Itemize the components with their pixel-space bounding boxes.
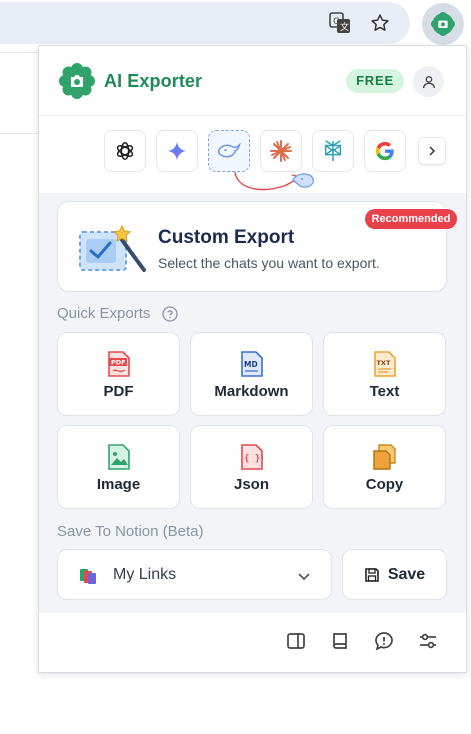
platform-google[interactable] — [364, 130, 406, 172]
svg-text:{ }: { } — [244, 454, 260, 464]
svg-text:PDF: PDF — [111, 358, 126, 366]
platforms-next-button[interactable] — [418, 137, 446, 165]
platform-perplexity[interactable] — [312, 130, 354, 172]
page-divider — [0, 52, 40, 53]
magic-wand-select-icon — [79, 224, 146, 272]
chevron-right-icon — [429, 146, 436, 156]
txt-file-icon: TXT — [373, 350, 396, 377]
save-disk-icon — [365, 567, 379, 582]
popup-footer — [39, 613, 466, 672]
export-json-label: Json — [233, 475, 269, 493]
copy-icon — [372, 443, 396, 470]
openai-icon — [116, 142, 134, 160]
ai-exporter-extension-icon — [431, 12, 455, 36]
export-markdown-label: Markdown — [214, 382, 289, 400]
quick-exports-label: Quick Exports — [57, 305, 151, 322]
recommended-badge: Recommended — [365, 209, 457, 229]
export-image-button[interactable]: Image — [57, 425, 180, 509]
export-text-label: Text — [369, 382, 400, 400]
sidebar-panel-icon[interactable] — [284, 629, 308, 653]
plan-badge: FREE — [346, 69, 404, 93]
notion-section-label: Save To Notion (Beta) — [57, 523, 204, 540]
custom-export-subtitle: Select the chats you want to export. — [158, 255, 380, 271]
app-title: AI Exporter — [104, 71, 203, 91]
browser-toolbar: G 文 — [0, 0, 471, 46]
export-image-label: Image — [96, 475, 141, 493]
platform-selector — [39, 116, 466, 196]
export-copy-label: Copy — [365, 475, 404, 493]
notion-page-select[interactable]: My Links — [57, 549, 332, 600]
page-divider — [0, 133, 40, 134]
custom-export-card[interactable]: Recommended Custom Export Select the cha… — [57, 201, 457, 292]
svg-text:文: 文 — [340, 21, 349, 33]
bookmark-star-icon[interactable] — [365, 8, 395, 38]
platform-claude[interactable] — [260, 130, 302, 172]
gemini-sparkle-icon — [167, 141, 187, 161]
account-button[interactable] — [413, 66, 444, 97]
settings-sliders-icon[interactable] — [416, 629, 440, 653]
claude-asterisk-icon — [270, 140, 292, 162]
save-button-label: Save — [387, 565, 426, 583]
svg-text:MD: MD — [244, 360, 258, 369]
platform-gemini[interactable] — [156, 130, 198, 172]
svg-text:TXT: TXT — [376, 359, 390, 367]
export-pdf-label: PDF — [103, 382, 134, 400]
export-pdf-button[interactable]: PDF PDF — [57, 332, 180, 416]
popup-body: Recommended Custom Export Select the cha… — [39, 193, 466, 613]
platform-deepseek[interactable] — [208, 130, 250, 172]
export-json-button[interactable]: { } Json — [190, 425, 313, 509]
translate-icon[interactable]: G 文 — [325, 8, 355, 38]
deepseek-whale-icon — [217, 142, 241, 158]
export-text-button[interactable]: TXT Text — [323, 332, 446, 416]
export-markdown-button[interactable]: MD Markdown — [190, 332, 313, 416]
user-icon — [422, 75, 435, 88]
feedback-icon[interactable] — [372, 629, 396, 653]
ai-exporter-logo-icon — [59, 63, 95, 99]
pdf-file-icon: PDF — [107, 350, 130, 377]
platform-chatgpt[interactable] — [104, 130, 146, 172]
google-g-icon — [375, 141, 394, 161]
perplexity-icon — [324, 140, 342, 162]
chevron-down-icon — [298, 573, 310, 581]
notion-selected-page: My Links — [113, 566, 177, 583]
markdown-file-icon: MD — [240, 350, 263, 377]
image-file-icon — [107, 443, 130, 470]
save-to-notion-button[interactable]: Save — [342, 549, 447, 600]
popup-header: AI Exporter FREE — [39, 46, 466, 116]
export-copy-button[interactable]: Copy — [323, 425, 446, 509]
custom-export-title: Custom Export — [158, 227, 295, 248]
notion-database-icon — [80, 569, 96, 584]
help-icon[interactable] — [162, 306, 178, 322]
ai-exporter-popup: AI Exporter FREE Recommended Custom Expo… — [38, 45, 467, 673]
book-icon[interactable] — [328, 629, 352, 653]
extension-button[interactable] — [422, 3, 464, 45]
json-file-icon: { } — [240, 443, 263, 470]
